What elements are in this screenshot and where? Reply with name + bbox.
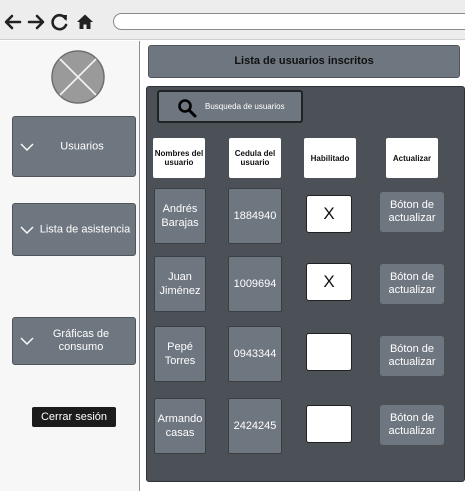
address-bar[interactable] xyxy=(113,13,465,30)
search-icon xyxy=(178,99,197,118)
sidebar-item-graficas-consumo[interactable]: Gráficas de consumo xyxy=(12,317,136,365)
browser-toolbar xyxy=(0,0,465,40)
sidebar-item-label: Lista de asistencia xyxy=(39,223,131,235)
enabled-checkbox[interactable] xyxy=(306,405,352,443)
update-button[interactable]: Bóton de actualizar xyxy=(380,336,444,376)
sidebar-item-label: Usuarios xyxy=(60,140,104,152)
chevron-down-icon xyxy=(20,226,34,234)
column-header-cedula: Cedula del usuario xyxy=(229,138,281,178)
user-id-cell: 0943344 xyxy=(228,326,282,382)
user-name-cell: Armando casas xyxy=(154,398,206,454)
user-name-cell: Pepé Torres xyxy=(154,326,206,382)
page-title: Lista de usuarios inscritos xyxy=(148,45,460,78)
enabled-checkbox[interactable]: X xyxy=(306,195,352,233)
user-id-cell: 1009694 xyxy=(228,256,282,312)
search-users-label: Busqueda de usuarios xyxy=(205,102,285,111)
chevron-down-icon xyxy=(20,337,34,345)
logout-button[interactable]: Cerrar sesión xyxy=(32,407,116,427)
reload-icon[interactable] xyxy=(50,12,70,32)
update-button[interactable]: Bóton de actualizar xyxy=(380,192,444,232)
sidebar-item-label: Gráficas de consumo xyxy=(52,328,110,353)
arrow-left-icon[interactable] xyxy=(3,12,23,32)
sidebar-item-usuarios[interactable]: Usuarios xyxy=(12,116,136,177)
sidebar-item-lista-asistencia[interactable]: Lista de asistencia xyxy=(12,203,136,256)
user-id-cell: 2424245 xyxy=(228,398,282,454)
column-header-nombres: Nombres del usuario xyxy=(153,138,205,178)
user-name-cell: Andrés Barajas xyxy=(154,188,206,244)
enabled-checkbox[interactable]: X xyxy=(306,263,352,301)
column-header-habilitado: Habilitado xyxy=(304,138,356,178)
update-button[interactable]: Bóton de actualizar xyxy=(380,405,444,445)
search-users-button[interactable]: Busqueda de usuarios xyxy=(157,90,303,123)
arrow-right-icon[interactable] xyxy=(26,12,46,32)
sidebar: Usuarios Lista de asistencia Gráficas de… xyxy=(0,41,140,491)
home-icon[interactable] xyxy=(75,12,95,32)
enabled-checkbox[interactable] xyxy=(306,333,352,371)
user-id-cell: 1884940 xyxy=(228,188,282,244)
logo-placeholder-icon xyxy=(51,50,105,104)
user-name-cell: Juan Jiménez xyxy=(154,256,206,312)
chevron-down-icon xyxy=(20,143,34,151)
update-button[interactable]: Bóton de actualizar xyxy=(380,264,444,304)
column-header-actualizar: Actualizar xyxy=(386,138,438,178)
